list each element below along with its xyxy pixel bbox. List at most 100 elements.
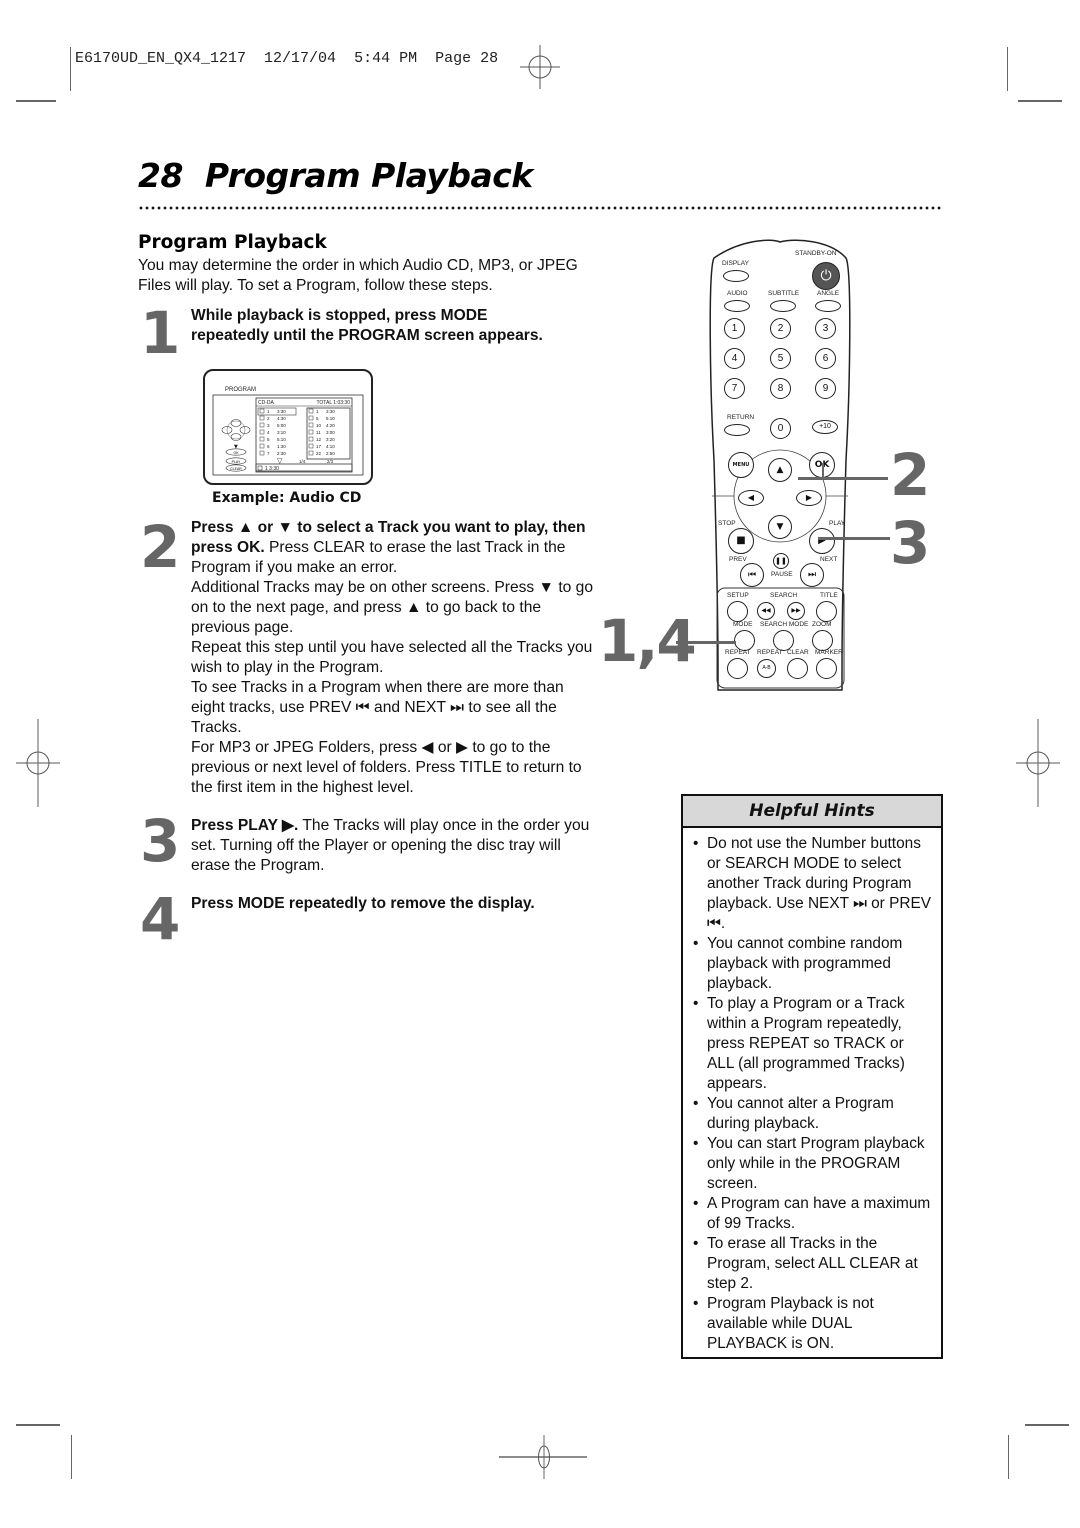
down-button[interactable]: ▼ [768,515,792,539]
mode-label: MODE [733,621,753,628]
step-2-para: To see Tracks in a Program when there ar… [191,679,564,736]
title-button[interactable] [816,601,837,622]
track-number: 1 [267,409,270,414]
track-icon [259,408,265,414]
step-number: 1 [140,299,181,367]
next-label: NEXT [820,556,838,563]
hint-item: • Program Playback is not available while… [693,1294,933,1354]
registration-mark-icon [16,719,60,807]
digit-button[interactable]: 8 [770,378,791,399]
track-time: 4:30 [277,416,286,421]
menu-button[interactable]: MENU [728,452,754,478]
digit-button[interactable]: 4 [724,348,745,369]
hints-list: • Do not use the Number buttons or SEARCH… [683,828,941,1354]
total-time: TOTAL 1:03:30 [316,400,350,406]
track-number: 5 [267,437,270,442]
up-button[interactable]: ▲ [768,458,792,482]
digit-button[interactable]: 7 [724,378,745,399]
digit-button[interactable]: 2 [770,318,791,339]
right-arrow-icon: ▶ [805,493,813,502]
left-page: 1/4 [299,459,306,464]
display-button[interactable] [723,270,749,282]
mode-button[interactable] [734,630,755,651]
track-icon [308,436,314,442]
step-2-para: For MP3 or JPEG Folders, press ◀ or ▶ to… [191,739,582,796]
hint-text: To erase all Tracks in the Program, sele… [707,1235,918,1292]
registration-mark-icon [1016,719,1060,807]
return-button[interactable] [724,424,750,436]
prev-icon: ⏮ [747,570,757,580]
standby-power-button[interactable]: ⏻ [812,262,840,290]
return-label: RETURN [727,414,755,421]
track-number: 4 [267,430,270,435]
clear-button[interactable] [787,658,808,679]
left-button[interactable]: ◀ [738,490,764,506]
digit-button[interactable]: 3 [815,318,836,339]
track-number: 2 [267,416,270,421]
hint-text: You cannot combine random playback with … [707,935,903,992]
repeat-ab-button[interactable]: A-B [757,659,776,678]
screen-title: PROGRAM [225,387,256,393]
bullet-icon: • [693,1235,699,1252]
crop-mark [1007,47,1008,91]
crop-mark [16,100,56,102]
track-number: 17 [316,444,322,449]
step-number: 3 [140,807,181,875]
next-button[interactable]: ⏭ [800,563,824,587]
registration-mark-icon [520,45,560,89]
up-arrow-icon: ▲ [776,465,784,475]
page-title: 28 Program Playback [138,156,533,195]
search-rewind-button[interactable]: ◀◀ [757,602,775,620]
hint-item: • To erase all Tracks in the Program, sel… [693,1234,933,1294]
crop-mark [71,1435,72,1479]
search-forward-button[interactable]: ▶▶ [787,602,805,620]
track-icon [259,443,265,449]
hint-item: • You can start Program playback only whi… [693,1134,933,1194]
bullet-icon: • [693,935,699,952]
hint-text: A Program can have a maximum of 99 Track… [707,1195,931,1232]
setup-button[interactable] [727,601,748,622]
digit-button[interactable]: 0 [770,418,791,439]
track-icon [308,422,314,428]
play-label: PLAY [829,520,846,527]
right-button[interactable]: ▶ [796,490,822,506]
angle-label: ANGLE [817,290,840,297]
digit-label: 0 [777,423,784,434]
subtitle-button[interactable] [770,300,796,312]
track-number: 10 [316,423,322,428]
hint-text: Do not use the Number buttons or SEARCH … [707,835,931,932]
track-time: 3:10 [277,430,286,435]
digit-button[interactable]: 1 [724,318,745,339]
digit-label: 7 [731,383,738,394]
pause-button[interactable]: ❚❚ [773,553,789,569]
track-number: 22 [316,451,322,456]
callout-line [818,537,890,540]
down-arrow-icon: ▼ [776,522,784,532]
setup-label: SETUP [727,592,749,599]
hint-item: • You cannot combine random playback with… [693,934,933,994]
marker-button[interactable] [816,658,837,679]
repeat-button[interactable] [727,658,748,679]
digit-button[interactable]: 5 [770,348,791,369]
power-icon: ⏻ [820,268,832,284]
digit-button[interactable]: 6 [815,348,836,369]
slug-time: 5:44 PM [354,50,418,67]
angle-button[interactable] [815,300,841,312]
standby-label: STANDBY-ON [795,250,837,257]
digit-button[interactable]: +10 [812,420,838,434]
prev-label: PREV [729,556,747,563]
track-icon [259,422,265,428]
play-button[interactable]: ▶ [809,528,835,554]
track-icon [259,429,265,435]
remote-control: STANDBY-ON ⏻ DISPLAY AUDIO SUBTITLE ANGL… [700,230,860,692]
digit-button[interactable]: 9 [815,378,836,399]
track-number: 12 [316,437,322,442]
prev-button[interactable]: ⏮ [740,563,764,587]
track-time: 2:50 [326,451,335,456]
search-mode-button[interactable] [773,630,794,651]
audio-button[interactable] [724,300,750,312]
helpful-hints-box: Helpful Hints • Do not use the Number but… [681,794,943,1359]
zoom-label: ZOOM [812,621,832,628]
stop-button[interactable]: ■ [728,528,754,554]
zoom-button[interactable] [812,630,833,651]
